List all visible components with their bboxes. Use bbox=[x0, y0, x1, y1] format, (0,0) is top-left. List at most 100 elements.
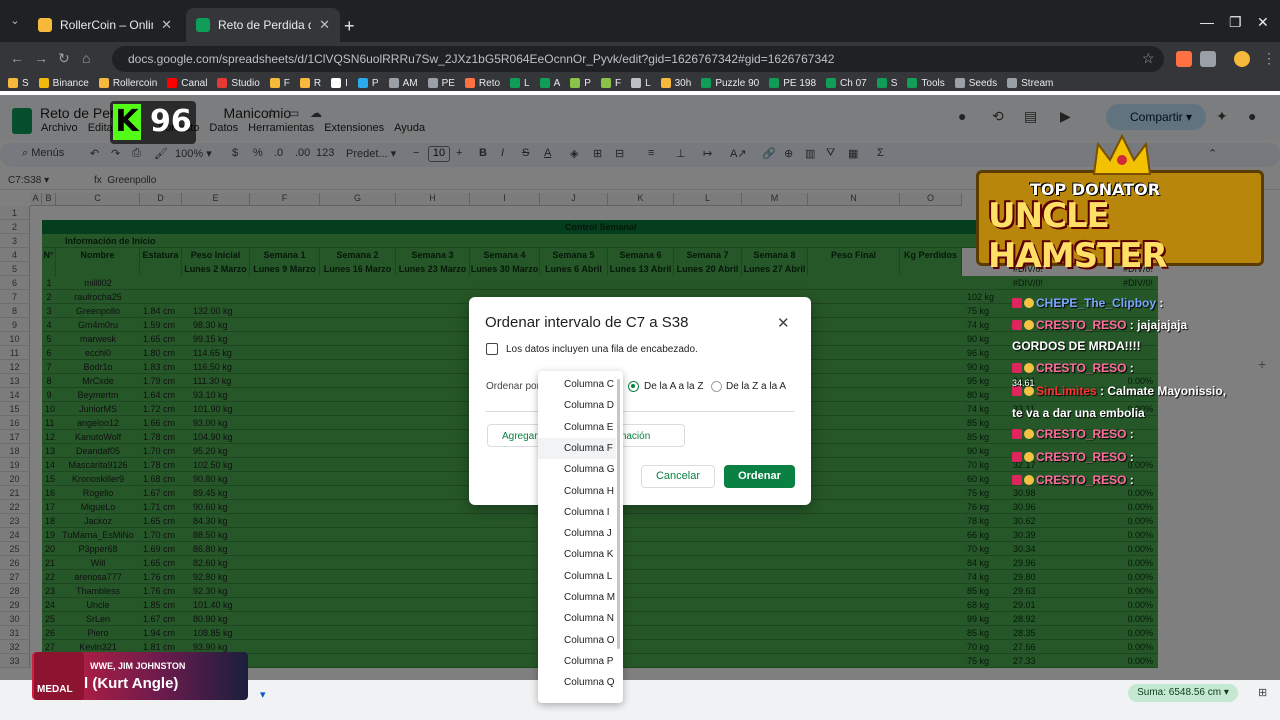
chat-message: CRESTO_RESO : bbox=[1012, 450, 1134, 464]
dropdown-option[interactable]: Columna M bbox=[538, 587, 616, 608]
tab-search-icon[interactable]: ⌄ bbox=[6, 14, 24, 32]
bookmark-star-icon[interactable]: ☆ bbox=[1142, 50, 1155, 67]
bookmark-item[interactable]: Ch 07 bbox=[826, 78, 867, 89]
bookmark-label: S bbox=[22, 77, 29, 89]
bookmark-item[interactable]: L bbox=[510, 78, 530, 89]
bookmark-item[interactable]: AM bbox=[388, 78, 418, 89]
chat-text: : bbox=[1126, 361, 1134, 375]
chat-username: CRESTO_RESO bbox=[1036, 450, 1127, 464]
browser-menu-icon[interactable]: ⋮ bbox=[1262, 50, 1276, 67]
sort-column-dropdown[interactable]: Columna C Columna D Columna E Columna F Colu… bbox=[538, 371, 623, 703]
chat-badge-icon bbox=[1024, 429, 1034, 439]
bookmark-item[interactable]: Reto bbox=[464, 78, 500, 89]
bookmark-favicon-icon bbox=[299, 78, 310, 88]
dropdown-option[interactable]: Columna G bbox=[538, 459, 616, 480]
bookmark-item[interactable]: I bbox=[331, 78, 348, 89]
bookmark-item[interactable]: Canal bbox=[167, 78, 207, 89]
bookmark-item[interactable]: Stream bbox=[1007, 78, 1053, 89]
dropdown-option[interactable]: Columna H bbox=[538, 481, 616, 502]
bookmark-item[interactable]: S bbox=[8, 78, 29, 89]
chat-text: GORDOS DE MRDA!!!! bbox=[1012, 339, 1141, 353]
bookmark-label: P bbox=[584, 77, 591, 89]
close-icon[interactable]: ✕ bbox=[777, 314, 790, 332]
bookmark-item[interactable]: Tools bbox=[907, 78, 945, 89]
bookmark-favicon-icon bbox=[8, 78, 18, 88]
reload-icon[interactable]: ↻ bbox=[58, 50, 70, 67]
dropdown-option[interactable]: Columna D bbox=[538, 395, 616, 416]
dropdown-option[interactable]: Columna K bbox=[538, 544, 616, 565]
bookmark-label: P bbox=[371, 77, 379, 89]
bookmark-item[interactable]: P bbox=[357, 77, 379, 89]
window-close-icon[interactable]: ✕ bbox=[1257, 14, 1269, 31]
sheets-favicon-icon bbox=[196, 18, 210, 32]
dropdown-option[interactable]: Columna J bbox=[538, 523, 616, 544]
sum-indicator[interactable]: Suma: 6548.56 cm ▾ bbox=[1128, 684, 1238, 702]
dropdown-option[interactable]: Columna E bbox=[538, 417, 616, 438]
chat-text: : bbox=[1126, 450, 1134, 464]
tab-reto-sheet[interactable]: Reto de Perdida de Peso - El M ✕ bbox=[186, 8, 340, 42]
bookmark-favicon-icon bbox=[167, 78, 178, 88]
chat-message: SinLimites : Calmate Mayonissio, bbox=[1012, 384, 1226, 398]
minimize-icon[interactable]: — bbox=[1200, 14, 1214, 30]
dropdown-option[interactable]: Columna I bbox=[538, 502, 616, 523]
extensions-puzzle-icon[interactable] bbox=[1200, 51, 1216, 67]
bookmark-item[interactable]: Rollercoin bbox=[98, 78, 157, 89]
bookmark-favicon-icon bbox=[660, 78, 671, 88]
bookmark-item[interactable]: F bbox=[600, 78, 621, 89]
address-bar[interactable]: docs.google.com/spreadsheets/d/1ClVQSN6u… bbox=[112, 46, 1164, 72]
restore-icon[interactable]: ❐ bbox=[1229, 14, 1242, 31]
sheet-tab-chevron-icon[interactable]: ▾ bbox=[260, 688, 266, 701]
profile-avatar-icon[interactable] bbox=[1234, 51, 1250, 67]
cancel-button[interactable]: Cancelar bbox=[641, 465, 715, 488]
bookmark-item[interactable]: S bbox=[876, 78, 897, 89]
chat-badge-icon bbox=[1024, 452, 1034, 462]
bookmark-item[interactable]: A bbox=[539, 77, 561, 89]
bookmark-item[interactable]: PE bbox=[427, 78, 455, 89]
dropdown-option[interactable]: Columna O bbox=[538, 630, 616, 651]
extension-icon[interactable] bbox=[1176, 51, 1192, 67]
bookmark-item[interactable]: PE 198 bbox=[769, 78, 816, 89]
bookmark-item[interactable]: 30h bbox=[660, 78, 691, 89]
dropdown-option[interactable]: Columna L bbox=[538, 566, 616, 587]
add-panel-icon[interactable]: + bbox=[1258, 356, 1266, 372]
bookmark-favicon-icon bbox=[826, 78, 837, 88]
forward-icon[interactable]: → bbox=[34, 50, 48, 66]
bookmark-item[interactable]: F bbox=[269, 78, 290, 89]
bookmark-item[interactable]: R bbox=[299, 78, 321, 89]
tab-rollercoin[interactable]: RollerCoin – Online Bitcoin Mini ✕ bbox=[28, 8, 182, 42]
header-row-checkbox-label: Los datos incluyen una fila de encabezad… bbox=[506, 344, 698, 355]
bookmark-favicon-icon bbox=[600, 78, 611, 88]
bookmark-favicon-icon bbox=[701, 78, 712, 88]
explore-icon[interactable]: ⊞ bbox=[1258, 686, 1267, 699]
chat-text: te va a dar una embolia bbox=[1012, 406, 1145, 420]
new-tab-icon[interactable]: + bbox=[344, 17, 355, 35]
bookmark-item[interactable]: Studio bbox=[217, 78, 260, 89]
dropdown-option[interactable]: Columna F bbox=[538, 437, 616, 459]
bookmark-label: L bbox=[645, 77, 651, 89]
sort-asc-radio[interactable] bbox=[628, 381, 639, 392]
dropdown-scrollbar[interactable] bbox=[617, 379, 620, 649]
rollercoin-favicon-icon bbox=[38, 18, 52, 32]
dropdown-option[interactable]: Columna Q bbox=[538, 672, 616, 693]
dropdown-option[interactable]: Columna P bbox=[538, 651, 616, 672]
bookmark-item[interactable]: L bbox=[631, 78, 651, 89]
back-icon[interactable]: ← bbox=[10, 50, 24, 66]
bookmarks-bar: S Binance Rollercoin Canal Studio F R I P AM PE Ret… bbox=[0, 75, 1280, 91]
close-tab-icon[interactable]: ✕ bbox=[319, 17, 330, 33]
bookmark-label: A bbox=[553, 77, 561, 89]
bookmark-item[interactable]: P bbox=[570, 78, 591, 89]
dropdown-option[interactable]: Columna N bbox=[538, 608, 616, 629]
sort-button[interactable]: Ordenar bbox=[724, 465, 795, 488]
sort-desc-radio[interactable] bbox=[711, 381, 722, 392]
bookmark-item[interactable]: Binance bbox=[38, 78, 89, 89]
close-tab-icon[interactable]: ✕ bbox=[161, 17, 172, 33]
bookmark-item[interactable]: Puzzle 90 bbox=[701, 78, 759, 89]
header-row-checkbox[interactable] bbox=[486, 343, 498, 355]
chat-badge-icon bbox=[1012, 320, 1022, 330]
bookmark-favicon-icon bbox=[570, 78, 581, 88]
home-icon[interactable]: ⌂ bbox=[82, 50, 90, 66]
bookmark-item[interactable]: Seeds bbox=[954, 78, 997, 89]
dropdown-option[interactable]: Columna C bbox=[538, 374, 616, 395]
chat-text: : bbox=[1156, 296, 1164, 310]
chat-badge-icon bbox=[1012, 475, 1022, 485]
